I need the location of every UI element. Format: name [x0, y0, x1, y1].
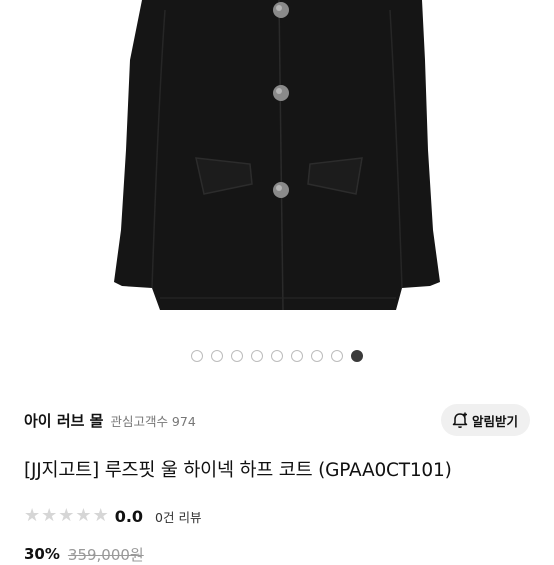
rating-row[interactable]: ★ ★ ★ ★ ★ 0.0 0건 리뷰: [24, 505, 201, 527]
bell-plus-icon: [452, 412, 468, 428]
pager-dot[interactable]: [211, 350, 223, 362]
store-name[interactable]: 아이 러브 몰: [24, 410, 103, 431]
product-image[interactable]: [0, 0, 554, 336]
price-row: 30% 359,000원: [24, 544, 144, 564]
star-icon: ★: [41, 505, 58, 526]
pager-dot[interactable]: [191, 350, 203, 362]
store-followers: 관심고객수 974: [110, 413, 196, 429]
pager-dot[interactable]: [291, 350, 303, 362]
pager-dot[interactable]: [231, 350, 243, 362]
star-icon: ★: [92, 505, 109, 526]
product-title: [JJ지고트] 루즈핏 울 하이넥 하프 코트 (GPAA0CT101): [24, 460, 452, 481]
star-icon: ★: [75, 505, 92, 526]
coat-button: [273, 182, 289, 198]
alert-subscribe-label: 알림받기: [471, 414, 518, 429]
pager-dot[interactable]: [351, 350, 363, 362]
rating-stars: ★ ★ ★ ★ ★: [24, 507, 109, 525]
alert-subscribe-button[interactable]: 알림받기: [440, 404, 530, 436]
coat-buttons: [273, 2, 289, 198]
pager-dot[interactable]: [251, 350, 263, 362]
rating-value: 0.0: [114, 506, 144, 526]
pager-dot[interactable]: [311, 350, 323, 362]
discount-rate: 30%: [24, 545, 60, 563]
coat-button: [273, 2, 289, 18]
original-price: 359,000원: [67, 545, 144, 564]
store-row: 아이 러브 몰 관심고객수 974 알림받기: [24, 404, 530, 436]
image-pager: [0, 350, 554, 364]
pager-dot[interactable]: [271, 350, 283, 362]
star-icon: ★: [58, 505, 75, 526]
star-icon: ★: [24, 505, 41, 526]
review-count[interactable]: 0건 리뷰: [155, 507, 201, 526]
pager-dot[interactable]: [331, 350, 343, 362]
coat-button: [273, 85, 289, 101]
